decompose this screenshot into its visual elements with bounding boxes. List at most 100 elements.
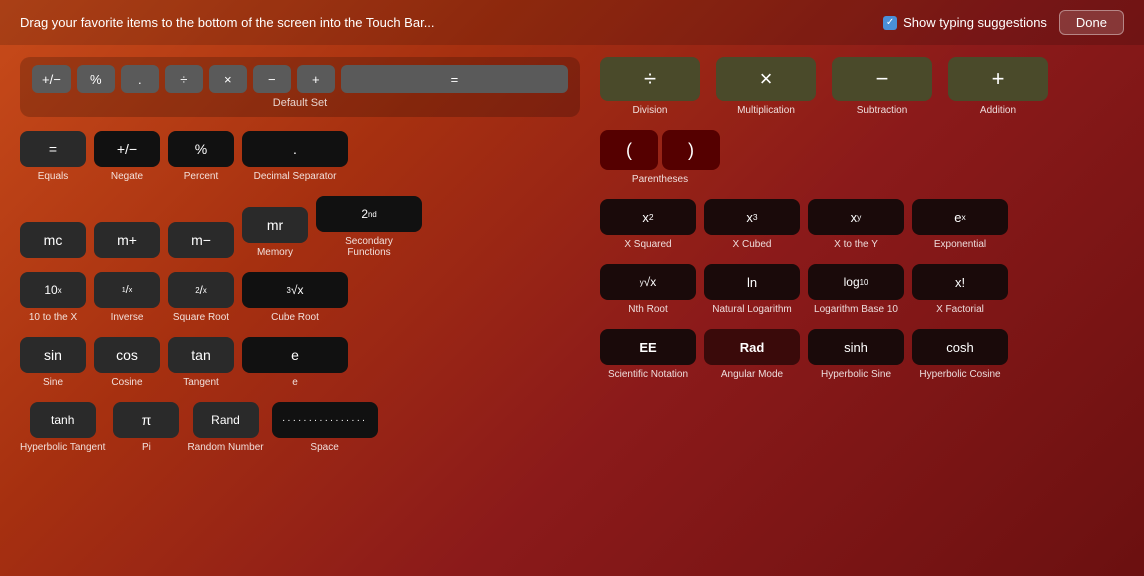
multiplication-btn[interactable]: × bbox=[716, 57, 816, 101]
trig-row: EE Scientific Notation Rad Angular Mode … bbox=[600, 329, 1124, 380]
subtraction-item: − Subtraction bbox=[832, 57, 932, 116]
xcubed-item: x3 X Cubed bbox=[704, 199, 800, 250]
pi-label: Pi bbox=[142, 442, 151, 453]
decimal-btn[interactable]: . bbox=[242, 131, 348, 167]
equals-btn[interactable]: = bbox=[20, 131, 86, 167]
exponential-label: Exponential bbox=[934, 239, 986, 250]
default-percent-btn[interactable]: % bbox=[77, 65, 115, 93]
rad-btn[interactable]: Rad bbox=[704, 329, 800, 365]
mr-btn[interactable]: mr bbox=[242, 207, 308, 243]
xsquared-label: X Squared bbox=[624, 239, 671, 250]
powers-row: x2 X Squared x3 X Cubed xy X to the Y ex… bbox=[600, 199, 1124, 250]
division-btn[interactable]: ÷ bbox=[600, 57, 700, 101]
row4-left: sin Sine cos Cosine tan Tangent e e bbox=[20, 337, 580, 388]
show-typing-label[interactable]: ✓ Show typing suggestions bbox=[883, 15, 1047, 30]
default-decimal-btn[interactable]: . bbox=[121, 65, 159, 93]
xtoy-item: xy X to the Y bbox=[808, 199, 904, 250]
top-bar-right: ✓ Show typing suggestions Done bbox=[883, 10, 1124, 35]
default-set-buttons: +/− % . ÷ × − + = bbox=[32, 65, 568, 93]
default-plus-btn[interactable]: + bbox=[297, 65, 335, 93]
mplus-item: m+ bbox=[94, 222, 160, 258]
mc-btn[interactable]: mc bbox=[20, 222, 86, 258]
log10-item: log10 Logarithm Base 10 bbox=[808, 264, 904, 315]
pi-btn[interactable]: π bbox=[113, 402, 179, 438]
mplus-btn[interactable]: m+ bbox=[94, 222, 160, 258]
default-minus-btn[interactable]: − bbox=[253, 65, 291, 93]
exponential-btn[interactable]: ex bbox=[912, 199, 1008, 235]
addition-item: + Addition bbox=[948, 57, 1048, 116]
division-label: Division bbox=[632, 105, 667, 116]
rparen-btn[interactable]: ) bbox=[662, 130, 720, 170]
sqrt-item: 2/x Square Root bbox=[168, 272, 234, 323]
cbrt-btn[interactable]: 3√x bbox=[242, 272, 348, 308]
cos-btn[interactable]: cos bbox=[94, 337, 160, 373]
ee-item: EE Scientific Notation bbox=[600, 329, 696, 380]
sqrt-btn[interactable]: 2/x bbox=[168, 272, 234, 308]
e-btn[interactable]: e bbox=[242, 337, 348, 373]
factorial-item: x! X Factorial bbox=[912, 264, 1008, 315]
space-item: ················ Space bbox=[272, 402, 378, 453]
tan-btn[interactable]: tan bbox=[168, 337, 234, 373]
equals-item: = Equals bbox=[20, 131, 86, 182]
multiplication-item: × Multiplication bbox=[716, 57, 816, 116]
main-content: +/− % . ÷ × − + = Default Set = Equals +… bbox=[0, 45, 1144, 479]
sinh-btn[interactable]: sinh bbox=[808, 329, 904, 365]
ln-btn[interactable]: ln bbox=[704, 264, 800, 300]
row2-left: mc m+ m− mr Memory 2nd Secondary Functio… bbox=[20, 196, 580, 258]
xsquared-btn[interactable]: x2 bbox=[600, 199, 696, 235]
show-typing-checkbox[interactable]: ✓ bbox=[883, 16, 897, 30]
cosh-label: Hyperbolic Cosine bbox=[919, 369, 1000, 380]
xcubed-btn[interactable]: x3 bbox=[704, 199, 800, 235]
mminus-btn[interactable]: m− bbox=[168, 222, 234, 258]
default-multiply-btn[interactable]: × bbox=[209, 65, 247, 93]
default-divide-btn[interactable]: ÷ bbox=[165, 65, 203, 93]
e-item: e e bbox=[242, 337, 348, 388]
inverse-label: Inverse bbox=[111, 312, 144, 323]
lparen-btn[interactable]: ( bbox=[600, 130, 658, 170]
secondary-fn-btn[interactable]: 2nd bbox=[316, 196, 422, 232]
cos-label: Cosine bbox=[111, 377, 142, 388]
negate-btn[interactable]: +/− bbox=[94, 131, 160, 167]
cbrt-label: Cube Root bbox=[271, 312, 319, 323]
xtoy-btn[interactable]: xy bbox=[808, 199, 904, 235]
negate-item: +/− Negate bbox=[94, 131, 160, 182]
sin-btn[interactable]: sin bbox=[20, 337, 86, 373]
ln-label: Natural Logarithm bbox=[712, 304, 791, 315]
secondary-fn-item: 2nd Secondary Functions bbox=[316, 196, 422, 258]
cosh-btn[interactable]: cosh bbox=[912, 329, 1008, 365]
default-plus-minus-btn[interactable]: +/− bbox=[32, 65, 71, 93]
ee-btn[interactable]: EE bbox=[600, 329, 696, 365]
mc-item: mc bbox=[20, 222, 86, 258]
default-set-container: +/− % . ÷ × − + = Default Set bbox=[20, 57, 580, 117]
rand-item: Rand Random Number bbox=[187, 402, 263, 453]
factorial-btn[interactable]: x! bbox=[912, 264, 1008, 300]
ee-label: Scientific Notation bbox=[608, 369, 688, 380]
log10-btn[interactable]: log10 bbox=[808, 264, 904, 300]
percent-label: Percent bbox=[184, 171, 218, 182]
tanh-btn[interactable]: tanh bbox=[30, 402, 96, 438]
decimal-item: . Decimal Separator bbox=[242, 131, 348, 182]
factorial-label: X Factorial bbox=[936, 304, 984, 315]
nthroot-item: y√x Nth Root bbox=[600, 264, 696, 315]
xsquared-item: x2 X Squared bbox=[600, 199, 696, 250]
addition-btn[interactable]: + bbox=[948, 57, 1048, 101]
addition-label: Addition bbox=[980, 105, 1016, 116]
tenx-btn[interactable]: 10x bbox=[20, 272, 86, 308]
rad-item: Rad Angular Mode bbox=[704, 329, 800, 380]
log-row: y√x Nth Root ln Natural Logarithm log10 … bbox=[600, 264, 1124, 315]
space-btn[interactable]: ················ bbox=[272, 402, 378, 438]
secondary-fn-label: Secondary Functions bbox=[339, 236, 399, 258]
equals-label: Equals bbox=[38, 171, 69, 182]
rand-btn[interactable]: Rand bbox=[193, 402, 259, 438]
xtoy-label: X to the Y bbox=[834, 239, 878, 250]
percent-item: % Percent bbox=[168, 131, 234, 182]
default-equals-btn[interactable]: = bbox=[341, 65, 568, 93]
done-button[interactable]: Done bbox=[1059, 10, 1124, 35]
sin-label: Sine bbox=[43, 377, 63, 388]
nthroot-btn[interactable]: y√x bbox=[600, 264, 696, 300]
subtraction-btn[interactable]: − bbox=[832, 57, 932, 101]
inverse-btn[interactable]: 1/x bbox=[94, 272, 160, 308]
tenx-item: 10x 10 to the X bbox=[20, 272, 86, 323]
percent-btn[interactable]: % bbox=[168, 131, 234, 167]
left-panel: +/− % . ÷ × − + = Default Set = Equals +… bbox=[20, 57, 580, 467]
